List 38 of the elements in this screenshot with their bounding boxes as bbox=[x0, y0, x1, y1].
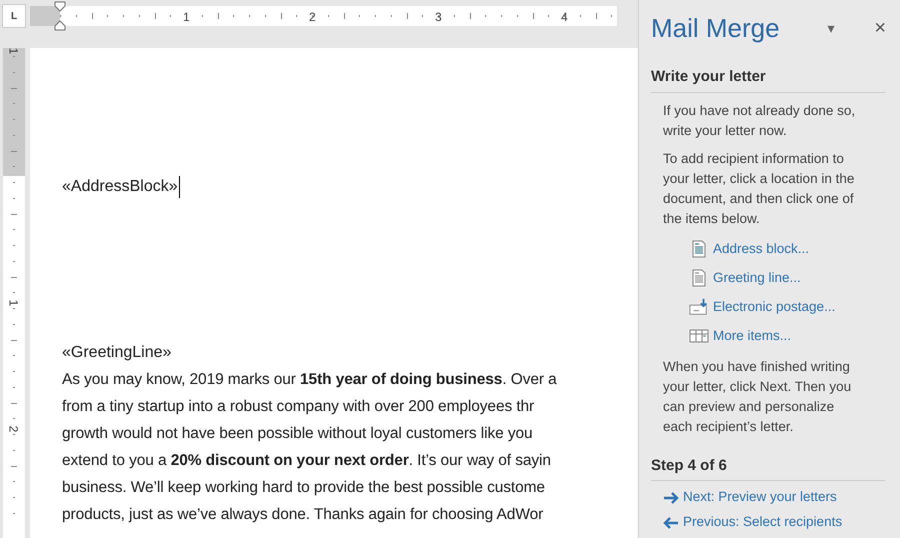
text-cursor bbox=[178, 176, 180, 198]
insert-item-link[interactable]: More items... bbox=[689, 322, 864, 350]
pane-options-button[interactable]: ▾ bbox=[827, 18, 834, 38]
ruler-number: 2 bbox=[5, 426, 22, 432]
letter-text-line: extend to you a 20% discount on your next order. It’s our way of sayin bbox=[62, 451, 551, 471]
letter-text-line: As you may know, 2019 marks our 15th year of doing business. Over a bbox=[62, 370, 557, 390]
ruler-number: 1 bbox=[5, 48, 22, 54]
pane-title: Mail Merge bbox=[651, 12, 780, 44]
tab-selector[interactable]: L bbox=[2, 4, 26, 28]
step-nav-link[interactable]: Previous: Select recipients bbox=[663, 510, 886, 535]
close-button[interactable]: × bbox=[874, 13, 886, 43]
document-icon bbox=[692, 269, 706, 287]
insert-item-link[interactable]: Address block... bbox=[689, 234, 864, 264]
letter-text-line: business. We’ll keep working hard to provide the best possible custome bbox=[62, 478, 545, 498]
left-arrow-icon bbox=[663, 516, 679, 528]
insert-item-link[interactable]: Electronic postage... bbox=[689, 292, 864, 322]
step-indicator: Step 4 of 6 bbox=[651, 454, 886, 481]
ruler-number: 1 bbox=[5, 300, 22, 306]
letter-text-line: from a tiny startup into a robust company with over 200 employees thr bbox=[62, 397, 534, 417]
instruction-text: If you have not already done so, write your letter now. bbox=[663, 102, 856, 140]
document-icon bbox=[692, 240, 706, 258]
section-title: Write your letter bbox=[651, 66, 886, 92]
letter-text-line: growth would not have been possible without loyal customers like you bbox=[62, 424, 533, 444]
ruler-number: 1 bbox=[183, 9, 190, 26]
ruler-number: 2 bbox=[309, 9, 316, 26]
right-arrow-icon bbox=[663, 492, 679, 504]
ruler-number: 4 bbox=[561, 9, 568, 26]
envelope-icon bbox=[689, 297, 709, 317]
letter-text-line: products, just as we’ve always done. Thanks again for choosing AdWor bbox=[62, 505, 544, 525]
greeting-line-field: «GreetingLine» bbox=[62, 339, 172, 366]
address-block-field: «AddressBlock» bbox=[62, 175, 178, 199]
table-icon bbox=[689, 329, 709, 343]
ruler-margin bbox=[30, 6, 60, 26]
instruction-text: To add recipient information to your letter, click a location in the document, and then click one of the items below. bbox=[663, 150, 856, 228]
ruler-number: 3 bbox=[435, 9, 442, 26]
instruction-text: When you have finished writing your letter, click Next. Then you can preview and personalize each recipient’s letter. bbox=[663, 358, 852, 436]
insert-item-link[interactable]: Greeting line... bbox=[689, 264, 864, 292]
step-nav-link[interactable]: Next: Preview your letters bbox=[663, 485, 886, 510]
